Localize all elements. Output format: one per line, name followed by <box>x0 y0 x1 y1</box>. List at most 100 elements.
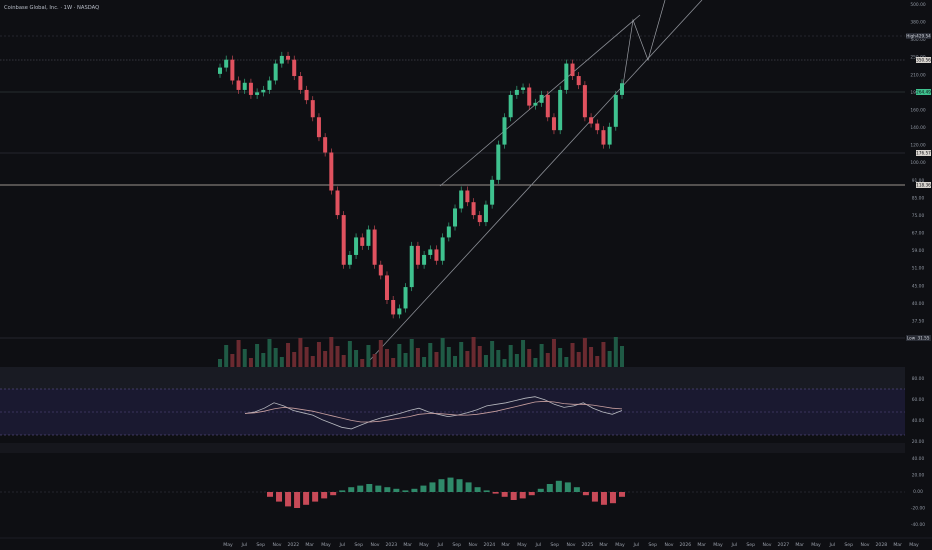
volume-bar <box>236 340 241 367</box>
time-tick-label: Mar <box>599 542 608 548</box>
volume-bar <box>255 344 260 367</box>
macd-bar <box>600 492 607 505</box>
candle <box>292 59 297 77</box>
price-tick-label: 45.00 <box>912 283 925 289</box>
time-tick-label: Jul <box>731 542 738 548</box>
candle <box>607 126 612 145</box>
volume-bar <box>508 345 513 367</box>
volume-bar <box>248 358 253 367</box>
time-tick-label: Jul <box>339 542 346 548</box>
candle <box>335 190 340 216</box>
volume-bar <box>502 359 507 367</box>
price-tick-label: 51.00 <box>912 266 925 272</box>
volume-bar <box>372 354 377 367</box>
time-axis-panel <box>0 538 932 550</box>
volume-bar <box>335 346 340 367</box>
candle <box>323 137 328 153</box>
macd-tick-label: 20.00 <box>912 473 925 479</box>
time-tick-label: 2026 <box>679 542 691 548</box>
time-tick-label: May <box>713 542 723 548</box>
time-tick-label: Mar <box>795 542 804 548</box>
volume-bar <box>545 353 550 367</box>
time-tick-label: Nov <box>273 542 282 548</box>
candle <box>347 254 352 265</box>
candle <box>576 76 581 86</box>
candle <box>508 94 513 118</box>
time-tick-label: Nov <box>665 542 674 548</box>
candle <box>409 245 414 288</box>
macd-bar <box>591 492 598 502</box>
time-tick-label: Mar <box>501 542 510 548</box>
volume-bar <box>292 352 297 367</box>
macd-bar <box>321 492 328 499</box>
macd-bar <box>528 492 535 496</box>
time-tick-label: May <box>321 542 331 548</box>
volume-bar <box>539 344 544 367</box>
macd-bar <box>330 492 337 496</box>
volume-bar <box>582 338 587 367</box>
time-tick-label: May <box>419 542 429 548</box>
macd-bar <box>393 488 400 492</box>
candle <box>298 76 303 90</box>
volume-bar <box>465 351 470 367</box>
volume-bar <box>378 340 383 367</box>
time-tick-label: Jul <box>829 542 836 548</box>
candle <box>224 59 229 68</box>
candle <box>360 237 365 246</box>
candle <box>403 287 408 309</box>
price-tag-value: 350.56 <box>916 58 931 63</box>
time-tick-label: Mar <box>403 542 412 548</box>
macd-bar <box>411 488 418 492</box>
chart-canvas[interactable]: Coinbase Global, Inc. · 1W · NASDAQ 500.… <box>0 0 932 550</box>
volume-bar <box>298 338 303 367</box>
price-tick-label: 380.00 <box>910 20 926 26</box>
time-tick-label: Sep <box>354 542 363 548</box>
macd-bar <box>492 492 499 494</box>
volume-bar <box>230 354 235 367</box>
volume-bar <box>570 343 575 367</box>
time-tick-label: 2022 <box>287 542 299 548</box>
candle <box>372 229 377 265</box>
macd-bar <box>519 492 526 499</box>
candle <box>496 144 501 180</box>
volume-bar <box>279 357 284 367</box>
macd-bar <box>510 492 517 500</box>
macd-bar <box>546 484 553 492</box>
macd-bar <box>555 480 562 492</box>
macd-bar <box>429 482 436 492</box>
candle <box>255 92 260 95</box>
time-tick-label: May <box>909 542 919 548</box>
candle <box>545 94 550 118</box>
volume-bar <box>304 347 309 367</box>
volume-bar <box>496 350 501 367</box>
candle <box>434 249 439 261</box>
time-tick-label: 2024 <box>483 542 495 548</box>
time-axis: May Jul Sep Nov 2022 Mar May Jul Sep Nov 2023 Mar Ma… <box>223 542 919 548</box>
volume-bar <box>224 345 229 367</box>
price-tag-value: 31.55 <box>918 336 930 341</box>
candle <box>267 80 272 90</box>
volume-bar <box>533 358 538 367</box>
volume-bar <box>564 357 569 367</box>
candle <box>620 83 624 95</box>
volume-bar <box>471 337 476 367</box>
time-tick-label: Jul <box>633 542 640 548</box>
chart-background <box>0 0 932 550</box>
price-tag-label: High <box>906 34 916 39</box>
volume-bar <box>613 337 618 367</box>
chart-title: Coinbase Global, Inc. · 1W · NASDAQ <box>4 5 99 11</box>
candle <box>582 85 587 118</box>
volume-bar <box>483 355 488 367</box>
macd-bar <box>285 492 292 507</box>
macd-tick-label: 40.00 <box>912 456 925 462</box>
candle <box>521 87 526 90</box>
macd-bar <box>420 485 427 492</box>
candle <box>397 308 402 315</box>
macd-bar <box>573 487 580 492</box>
volume-bar <box>558 348 563 367</box>
time-tick-label: Sep <box>844 542 853 548</box>
volume-bar <box>601 342 606 367</box>
price-tag-value: 176.57 <box>916 151 931 156</box>
time-tick-label: 2028 <box>875 542 887 548</box>
time-tick-label: Nov <box>469 542 478 548</box>
